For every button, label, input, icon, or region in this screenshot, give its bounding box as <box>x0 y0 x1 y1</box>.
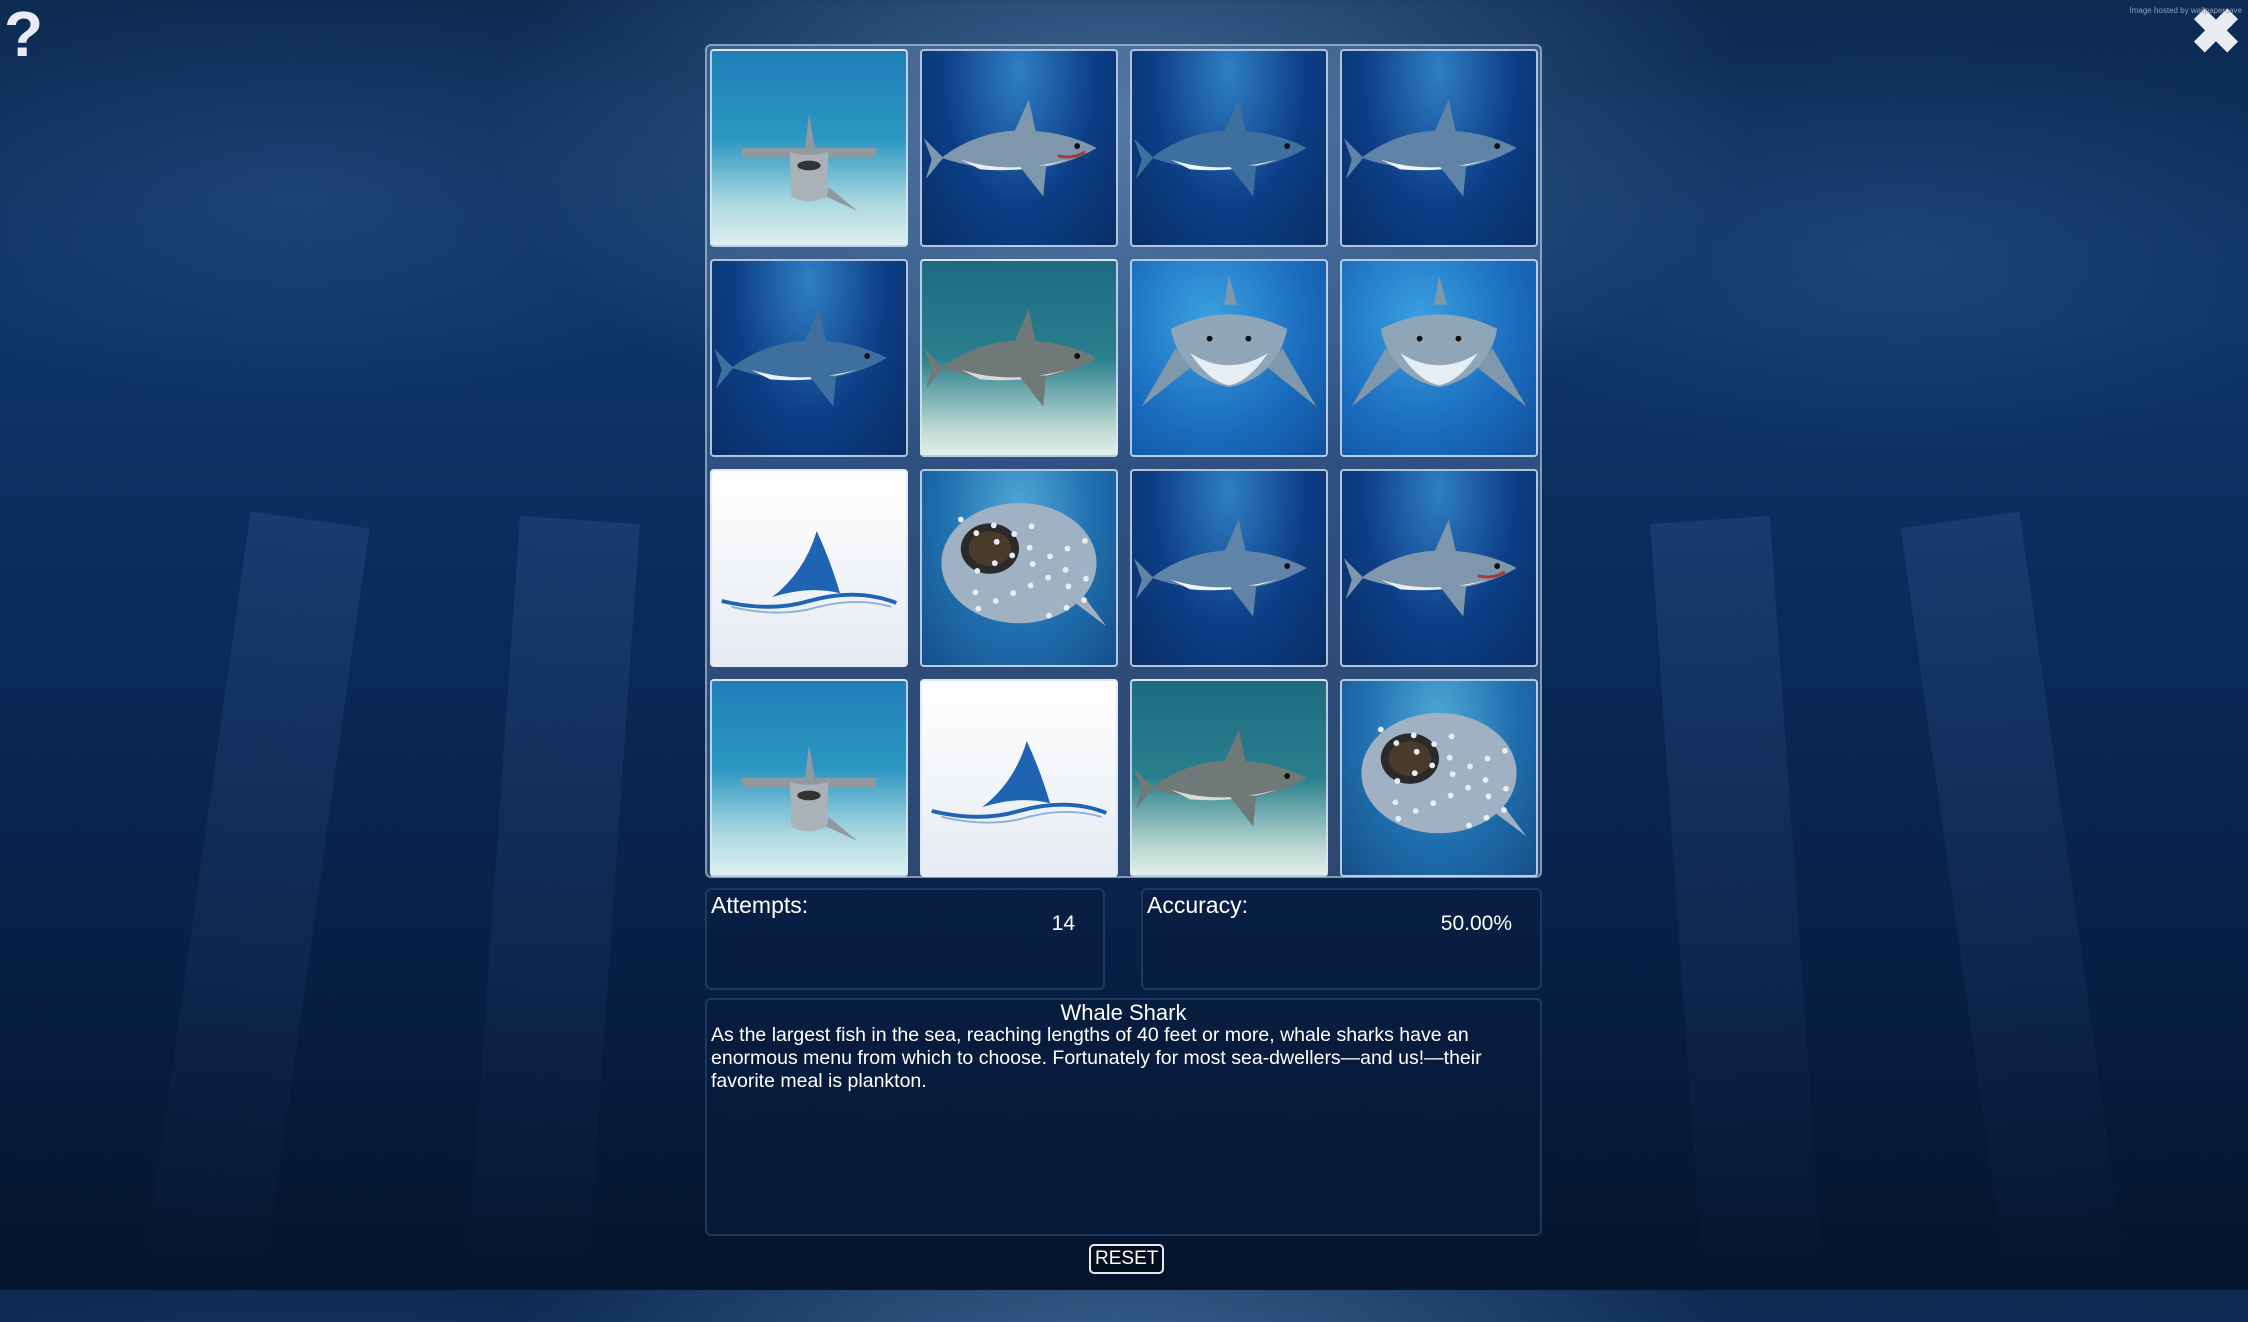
attempts-panel: Attempts: 14 <box>705 888 1105 990</box>
card-2[interactable] <box>920 49 1118 247</box>
reset-button[interactable]: RESET <box>1089 1244 1165 1274</box>
shark-fin-logo-icon <box>721 531 898 614</box>
shark-description: As the largest fish in the sea, reaching… <box>711 1024 1482 1092</box>
card-grid <box>705 44 1542 878</box>
whale-shark-icon <box>941 503 1107 627</box>
card-15[interactable] <box>1130 679 1328 877</box>
mako-shark-icon <box>713 309 887 407</box>
card-11[interactable] <box>1130 469 1328 667</box>
accuracy-label: Accuracy: <box>1147 892 1248 918</box>
card-4[interactable] <box>1340 49 1538 247</box>
card-12[interactable] <box>1340 469 1538 667</box>
light-ray <box>464 515 640 1322</box>
hammerhead-shark-icon <box>741 114 877 212</box>
shark-name: Whale Shark <box>1060 1000 1187 1025</box>
card-10[interactable] <box>920 469 1118 667</box>
card-7[interactable] <box>1130 259 1328 457</box>
hammerhead-shark-icon <box>741 744 877 842</box>
card-3[interactable] <box>1130 49 1328 247</box>
mako-shark-icon <box>1133 99 1307 197</box>
great-white-shark-icon <box>923 99 1097 197</box>
card-6[interactable] <box>920 259 1118 457</box>
mako-shark-side-icon <box>1343 99 1517 197</box>
mako-shark-side-icon <box>1133 519 1307 617</box>
card-5[interactable] <box>710 259 908 457</box>
whale-shark-icon <box>1361 713 1527 837</box>
attempts-value: 14 <box>1051 912 1075 935</box>
card-13[interactable] <box>710 679 908 877</box>
accuracy-value: 50.00% <box>1440 912 1512 935</box>
attempts-label: Attempts: <box>711 892 809 918</box>
accuracy-panel: Accuracy: 50.00% <box>1141 888 1542 990</box>
light-ray <box>1650 515 1826 1322</box>
tiger-shark-icon <box>1133 729 1307 827</box>
bull-shark-icon <box>1351 275 1527 407</box>
card-16[interactable] <box>1340 679 1538 877</box>
shark-info-panel: Whale Shark As the largest fish in the s… <box>705 998 1542 1236</box>
bull-shark-icon <box>1141 275 1317 407</box>
card-8[interactable] <box>1340 259 1538 457</box>
light-ray <box>1900 511 2131 1321</box>
card-14[interactable] <box>920 679 1118 877</box>
shark-fin-logo-icon <box>931 741 1108 824</box>
great-white-shark-icon <box>1343 519 1517 617</box>
card-1[interactable] <box>710 49 908 247</box>
image-credit: Image hosted by wallpapercave <box>2129 6 2242 15</box>
tiger-shark-icon <box>923 309 1097 407</box>
help-icon[interactable]: ? <box>4 2 43 66</box>
card-9[interactable] <box>710 469 908 667</box>
light-ray <box>139 511 370 1321</box>
